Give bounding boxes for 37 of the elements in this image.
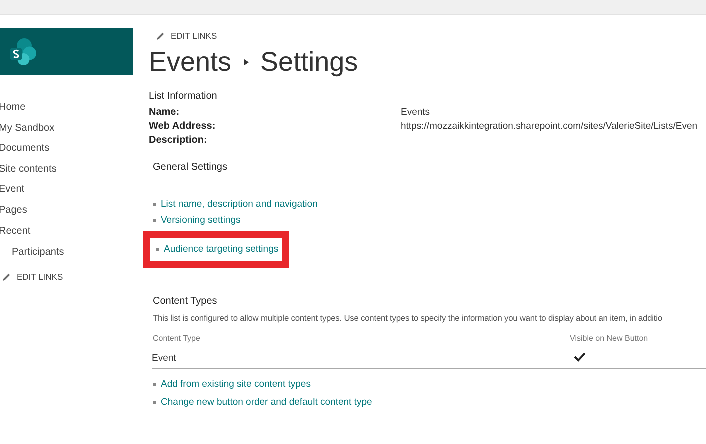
section-description: This list is configured to allow multiple content types. Use content types to specify the information you want to display about an item, in additio	[153, 313, 662, 323]
field-label: Name:	[149, 107, 180, 118]
settings-link[interactable]: Versioning settings	[161, 214, 241, 226]
bullet-icon	[153, 400, 156, 404]
edit-links-link[interactable]: EDIT LINKS	[156, 31, 218, 41]
section-heading: Content Types	[153, 296, 218, 307]
nav-link[interactable]: Home	[0, 98, 26, 119]
field-value: https://mozzaikkintegration.sharepoint.com/sites/ValerieSite/Lists/Even	[401, 121, 698, 132]
table-cell: Event	[152, 352, 176, 364]
nav-link[interactable]: Recent	[0, 222, 31, 242]
column-header: Content Type	[152, 333, 200, 345]
breadcrumb-arrow-icon	[244, 58, 249, 66]
bullet-icon	[153, 202, 156, 206]
bullet-icon	[156, 248, 159, 251]
column-header: Visible on New Button	[569, 333, 648, 345]
page-title[interactable]: Settings	[260, 46, 358, 78]
nav-link[interactable]: Pages	[0, 200, 28, 222]
nav-link[interactable]: Event	[0, 180, 25, 201]
settings-link[interactable]: List name, description and navigation	[161, 198, 318, 210]
field-label: Description:	[149, 135, 208, 146]
section-heading: General Settings	[153, 162, 228, 173]
settings-link[interactable]: Change new button order and default content type	[161, 396, 372, 408]
edit-links-link[interactable]: EDIT LINKS	[2, 272, 64, 282]
pencil-icon	[2, 272, 11, 282]
field-label: Web Address:	[149, 121, 216, 132]
settings-link[interactable]: Add from existing site content types	[161, 378, 311, 390]
pencil-icon	[156, 32, 165, 40]
nav-link[interactable]: Participants	[12, 243, 64, 264]
bullet-icon	[153, 218, 156, 222]
nav-link[interactable]: My Sandbox	[0, 118, 55, 140]
bullet-icon	[153, 382, 156, 386]
breadcrumb-link[interactable]: Events	[149, 46, 232, 78]
nav-link[interactable]: Documents	[0, 139, 50, 160]
field-value: Events	[401, 107, 430, 118]
settings-link[interactable]: Audience targeting settings	[164, 244, 279, 255]
section-heading: List Information	[149, 91, 218, 102]
sharepoint-logo-icon[interactable]	[8, 36, 38, 66]
